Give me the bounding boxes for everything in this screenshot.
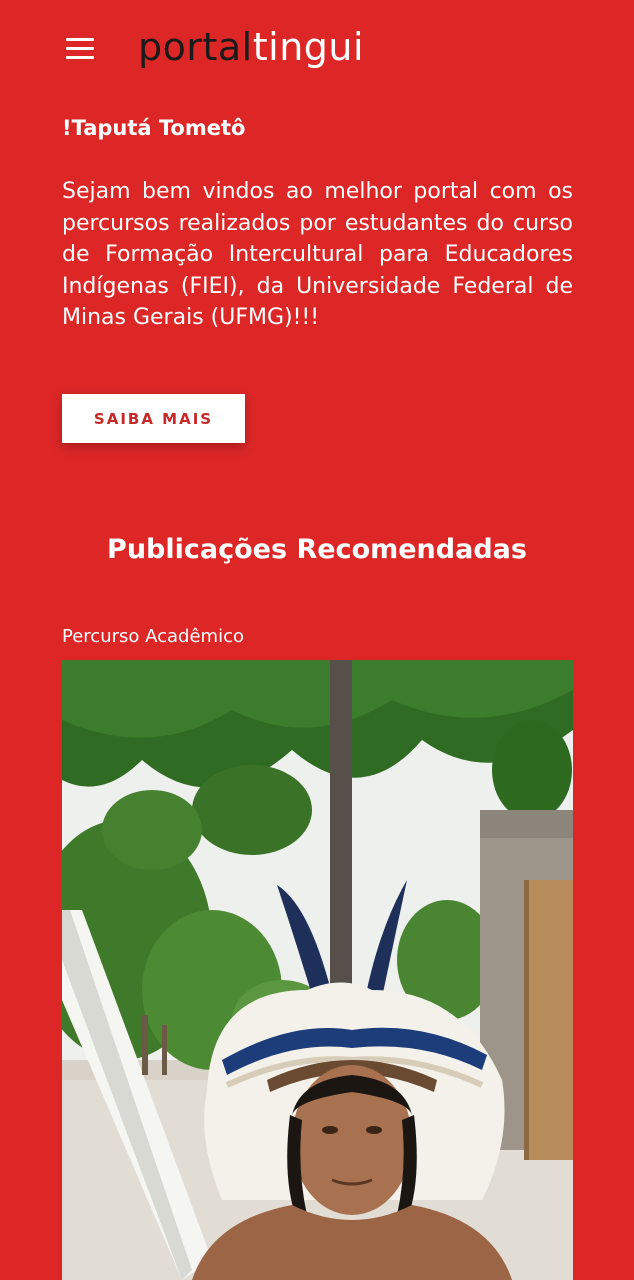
site-logo[interactable]: portaltingui: [138, 28, 364, 66]
saiba-mais-button[interactable]: SAIBA MAIS: [62, 394, 245, 443]
header: portaltingui: [0, 0, 634, 100]
section-title: Publicações Recomendadas: [107, 534, 527, 565]
post-category[interactable]: Percurso Acadêmico: [62, 626, 244, 647]
intro-text: Sejam bem vindos ao melhor portal com os…: [62, 179, 573, 330]
logo-text-tingui: tingui: [252, 25, 365, 69]
logo-text-portal: portal: [138, 25, 253, 69]
greeting-heading: !Taputá Tometô: [62, 116, 246, 140]
hamburger-menu-icon[interactable]: [66, 38, 94, 60]
post-image[interactable]: [62, 660, 573, 1280]
